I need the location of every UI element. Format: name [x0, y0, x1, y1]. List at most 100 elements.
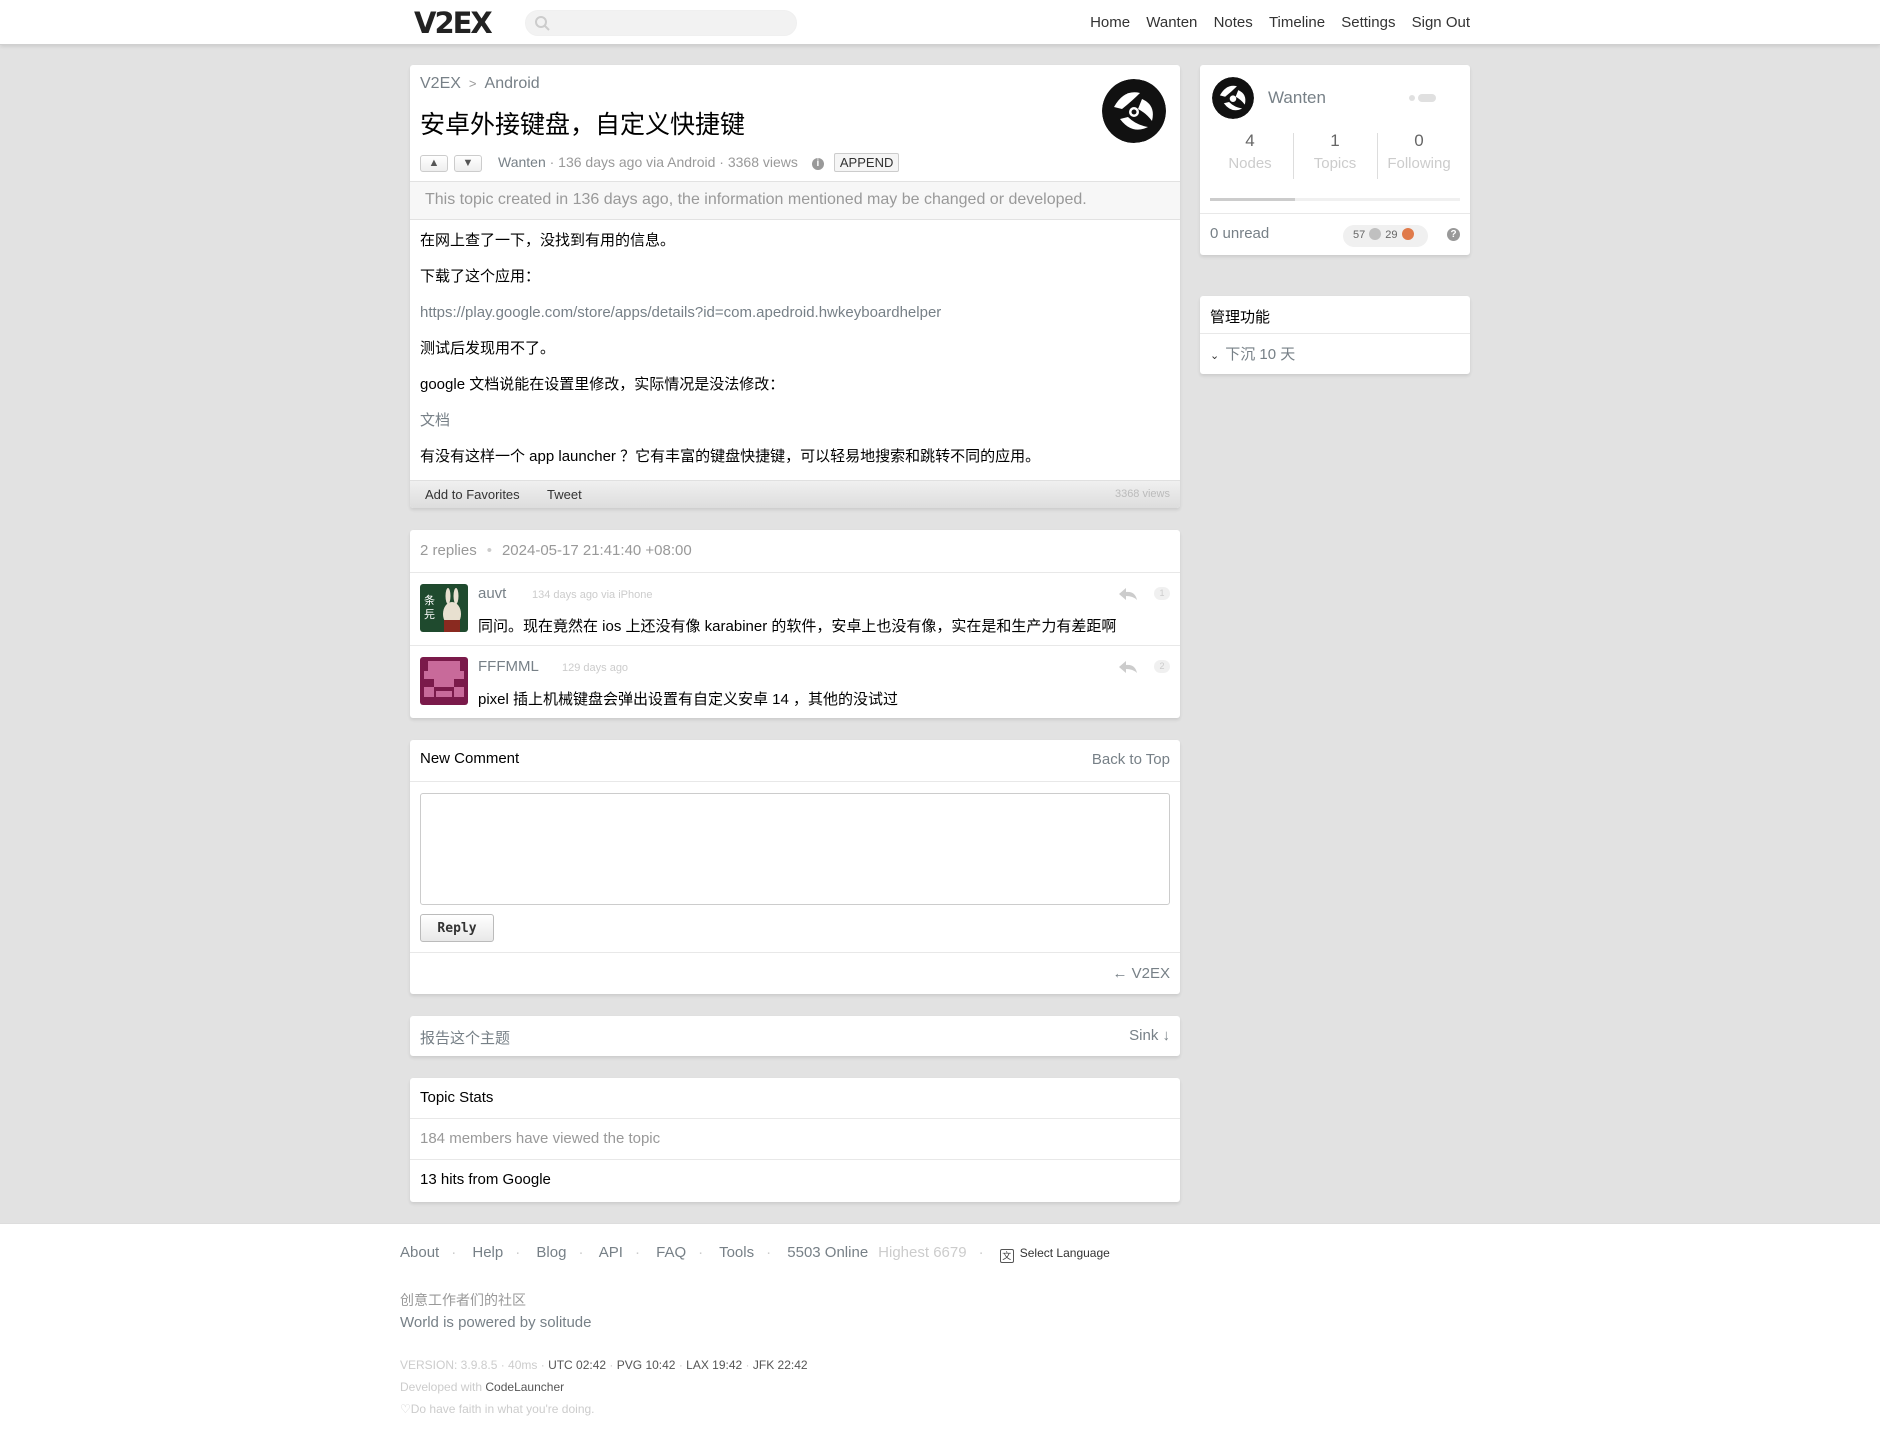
footer-links: About · Help · Blog · API · FAQ · Tools · 5503…: [400, 1244, 1110, 1263]
nav-settings[interactable]: Settings: [1341, 14, 1395, 31]
breadcrumb-node[interactable]: Android: [485, 75, 540, 92]
reply-avatar[interactable]: 条 㒫: [420, 584, 468, 632]
reply-number: 1: [1154, 587, 1170, 600]
tweet-link[interactable]: Tweet: [547, 487, 582, 502]
admin-title: 管理功能: [1200, 296, 1470, 334]
content-paragraph: google 文档说能在设置里修改，实际情况是没法修改：: [420, 376, 785, 393]
replies-header: 2 replies • 2024-05-17 21:41:40 +08:00: [410, 530, 1180, 572]
reply-time: 129 days ago: [562, 662, 629, 674]
breadcrumb-root[interactable]: V2EX: [420, 75, 461, 92]
user-avatar[interactable]: [1212, 77, 1254, 119]
footer-faq[interactable]: FAQ: [656, 1244, 686, 1261]
user-panel: Wanten 4 Nodes 1 Topics 0 Following 0 un…: [1200, 65, 1470, 255]
count-following[interactable]: 0 Following: [1377, 131, 1461, 172]
comment-bottom: ← V2EX: [410, 952, 1180, 994]
stats-viewed: 184 members have viewed the topic: [410, 1119, 1180, 1160]
nav-notes[interactable]: Notes: [1214, 14, 1253, 31]
unread-link[interactable]: 0 unread: [1210, 225, 1269, 242]
reply-button[interactable]: Reply: [420, 914, 494, 942]
highest-online: Highest 6679: [878, 1244, 967, 1261]
svg-text:㒫: 㒫: [424, 608, 435, 621]
reply-text: pixel 插上机械键盘会弹出设置有自定义安卓 14 ，其他的没试过: [478, 691, 899, 708]
top-bar: V2EX Home Wanten Notes Timeline Settings…: [0, 0, 1880, 45]
reply-arrow-icon[interactable]: [1118, 586, 1138, 602]
topic-author[interactable]: Wanten: [498, 154, 546, 170]
author-avatar[interactable]: [1102, 79, 1166, 143]
sink-link[interactable]: Sink ↓: [1129, 1027, 1170, 1044]
last-reply-time: 2024-05-17 21:41:40 +08:00: [501, 542, 692, 559]
footer-blog[interactable]: Blog: [536, 1244, 566, 1261]
new-comment-title: New Comment: [420, 750, 520, 767]
back-to-v2ex-link[interactable]: ← V2EX: [1112, 965, 1170, 982]
user-name[interactable]: Wanten: [1268, 88, 1326, 108]
admin-sink-item[interactable]: ⌄ 下沉 10 天: [1200, 334, 1470, 373]
topic-content: 在网上查了一下，没找到有用的信息。 下载了这个应用： https://play.…: [420, 231, 1160, 483]
play-store-link[interactable]: https://play.google.com/store/apps/detai…: [420, 303, 1160, 323]
separator-dot: •: [486, 542, 492, 559]
topic-box: V2EX > Android 安卓外接键盘，自定义快捷键 ▲ ▼ Wanten · 1…: [410, 65, 1180, 508]
comment-textarea[interactable]: [420, 793, 1170, 905]
slogan-en: World is powered by solitude: [400, 1314, 592, 1331]
reply-arrow-icon[interactable]: [1118, 659, 1138, 675]
replies-box: 2 replies • 2024-05-17 21:41:40 +08:00 条 㒫…: [410, 530, 1180, 718]
slogan-cn: 创意工作者们的社区: [400, 1292, 526, 1308]
report-box: 报告这个主题 Sink ↓: [410, 1016, 1180, 1056]
theme-toggle-icon[interactable]: [1408, 93, 1448, 103]
admin-panel: 管理功能 ⌄ 下沉 10 天: [1200, 296, 1470, 374]
help-icon[interactable]: ?: [1447, 228, 1460, 241]
new-comment-box: New Comment Back to Top Reply ← V2EX: [410, 740, 1180, 994]
append-button[interactable]: APPEND: [833, 153, 900, 172]
reply-time: 134 days ago via iPhone: [532, 589, 653, 601]
new-comment-header: New Comment Back to Top: [410, 740, 1180, 782]
breadcrumb: V2EX > Android: [420, 75, 540, 93]
content-paragraph: 有没有这样一个 app launcher ？它有丰富的键盘快捷键，可以轻易地搜索…: [420, 448, 1041, 465]
footer-help[interactable]: Help: [472, 1244, 503, 1261]
topic-meta-text: · 136 days ago via Android · 3368 views: [545, 154, 798, 170]
add-to-favorites-link[interactable]: Add to Favorites: [425, 487, 520, 502]
reply-avatar[interactable]: [420, 657, 468, 705]
count-topics[interactable]: 1 Topics: [1293, 131, 1377, 172]
divider: [1293, 133, 1294, 179]
translate-icon[interactable]: 文: [999, 1249, 1014, 1263]
upvote-button[interactable]: ▲: [420, 155, 448, 172]
reply-number: 2: [1154, 660, 1170, 673]
topic-actions: Add to Favorites Tweet 3368 views: [410, 480, 1180, 508]
reply-author[interactable]: FFFMML: [478, 658, 539, 675]
user-counts: 4 Nodes 1 Topics 0 Following: [1200, 131, 1470, 181]
codelauncher-link[interactable]: CodeLauncher: [485, 1380, 564, 1394]
count-nodes[interactable]: 4 Nodes: [1208, 131, 1292, 172]
stats-title: Topic Stats: [410, 1078, 1180, 1119]
info-icon[interactable]: i: [811, 158, 824, 170]
report-topic-link[interactable]: 报告这个主题: [420, 1027, 510, 1048]
top-nav: Home Wanten Notes Timeline Settings Sign…: [1078, 14, 1470, 31]
search-input[interactable]: [525, 10, 797, 36]
reply-count: 2 replies: [420, 542, 477, 559]
footer-faith: ♡Do have faith in what you're doing.: [400, 1402, 595, 1416]
unread-row: 0 unread 57 29 ?: [1200, 213, 1470, 255]
nav-profile[interactable]: Wanten: [1146, 14, 1197, 31]
footer-tools[interactable]: Tools: [719, 1244, 754, 1261]
topic-stats-box: Topic Stats 184 members have viewed the …: [410, 1078, 1180, 1202]
divider: [1377, 133, 1378, 179]
online-count: 5503 Online: [787, 1244, 869, 1261]
topic-age-notice: This topic created in 136 days ago, the …: [410, 181, 1180, 220]
nav-timeline[interactable]: Timeline: [1269, 14, 1325, 31]
reply-item: 条 㒫 auvt 134 days ago via iPhone 同问。现在竟然…: [410, 572, 1180, 645]
footer-api[interactable]: API: [599, 1244, 623, 1261]
reply-author[interactable]: auvt: [478, 585, 506, 602]
bronze-coin-icon: [1401, 228, 1414, 240]
version-info: VERSION: 3.9.8.5 · 40ms · UTC 02:42 · PV…: [400, 1358, 808, 1372]
content-paragraph: 测试后发现用不了。: [420, 340, 556, 357]
search-icon: [535, 16, 550, 31]
downvote-button[interactable]: ▼: [454, 155, 482, 172]
nav-home[interactable]: Home: [1090, 14, 1130, 31]
balance-badge[interactable]: 57 29: [1343, 225, 1428, 247]
select-language[interactable]: Select Language: [1020, 1246, 1110, 1260]
footer-about[interactable]: About: [400, 1244, 439, 1261]
site-logo[interactable]: V2EX: [414, 6, 493, 40]
chevron-down-icon: ⌄: [1210, 350, 1220, 362]
docs-link[interactable]: 文档: [420, 411, 1160, 431]
topic-title: 安卓外接键盘，自定义快捷键: [420, 111, 746, 139]
back-to-top-link[interactable]: Back to Top: [1092, 751, 1170, 768]
nav-sign-out[interactable]: Sign Out: [1412, 14, 1470, 31]
